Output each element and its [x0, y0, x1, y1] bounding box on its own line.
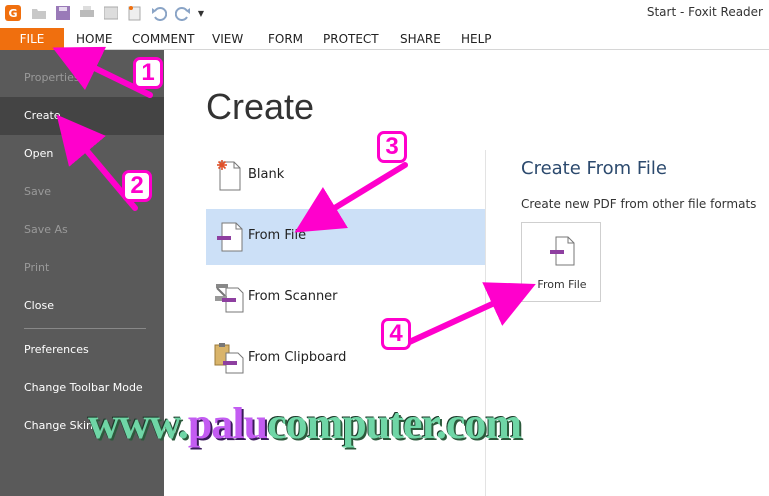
sidebar-item-print[interactable]: Print — [0, 249, 164, 287]
new-document-icon[interactable] — [126, 4, 144, 22]
option-label: From Clipboard — [248, 350, 347, 365]
watermark-prefix: www. — [88, 399, 189, 448]
option-label: Blank — [248, 167, 285, 182]
properties-icon[interactable] — [102, 4, 120, 22]
tab-share[interactable]: SHARE — [400, 28, 441, 50]
tab-protect[interactable]: PROTECT — [323, 28, 379, 50]
sidebar-item-create[interactable]: Create — [0, 97, 164, 135]
tab-view[interactable]: VIEW — [212, 28, 243, 50]
customize-dropdown-icon[interactable]: ▼ — [196, 4, 206, 22]
tab-home[interactable]: HOME — [76, 28, 112, 50]
create-option-from-clipboard[interactable]: From Clipboard — [206, 331, 486, 387]
sidebar-item-open[interactable]: Open — [0, 135, 164, 173]
open-folder-icon[interactable] — [30, 4, 48, 22]
window-title: Start - Foxit Reader — [646, 5, 763, 19]
clipboard-icon — [214, 341, 244, 375]
redo-icon[interactable] — [174, 4, 192, 22]
tab-form[interactable]: FORM — [268, 28, 303, 50]
detail-title: Create From File — [521, 158, 667, 179]
tab-file[interactable]: FILE — [0, 28, 64, 50]
watermark-accent: palu — [187, 399, 268, 448]
step-badge-4: 4 — [381, 318, 411, 350]
create-option-from-file[interactable]: From File — [206, 209, 486, 265]
print-icon[interactable] — [78, 4, 96, 22]
ribbon-tabs: HOME COMMENT VIEW FORM PROTECT SHARE HEL… — [0, 28, 769, 50]
sidebar-item-save-as[interactable]: Save As — [0, 211, 164, 249]
from-file-button-label: From File — [537, 278, 587, 291]
save-icon[interactable] — [54, 4, 72, 22]
watermark: www.palucomputer.com — [88, 398, 522, 449]
sidebar-item-close[interactable]: Close — [0, 287, 164, 325]
tab-help[interactable]: HELP — [461, 28, 492, 50]
app-logo-icon[interactable]: G — [4, 4, 22, 22]
title-bar: G ▼ Start - Foxit Reader — [0, 0, 769, 26]
step-badge-3: 3 — [377, 131, 407, 163]
scanner-icon — [214, 280, 244, 314]
sidebar-item-preferences[interactable]: Preferences — [0, 331, 164, 369]
sidebar-divider — [24, 328, 146, 329]
tab-comment[interactable]: COMMENT — [132, 28, 194, 50]
page-title: Create — [206, 86, 315, 127]
create-option-from-scanner[interactable]: From Scanner — [206, 270, 486, 326]
from-file-icon — [546, 233, 578, 272]
step-badge-1: 1 — [133, 57, 163, 89]
option-label: From Scanner — [248, 289, 338, 304]
option-label: From File — [248, 228, 307, 243]
detail-description: Create new PDF from other file formats — [521, 197, 757, 211]
svg-text:G: G — [8, 7, 17, 20]
from-file-icon — [214, 219, 244, 253]
step-badge-2: 2 — [122, 170, 152, 202]
undo-icon[interactable] — [150, 4, 168, 22]
blank-page-icon — [214, 158, 244, 192]
from-file-button[interactable]: From File — [521, 222, 601, 302]
watermark-suffix: computer.com — [267, 399, 522, 448]
create-option-blank[interactable]: Blank — [206, 148, 486, 204]
